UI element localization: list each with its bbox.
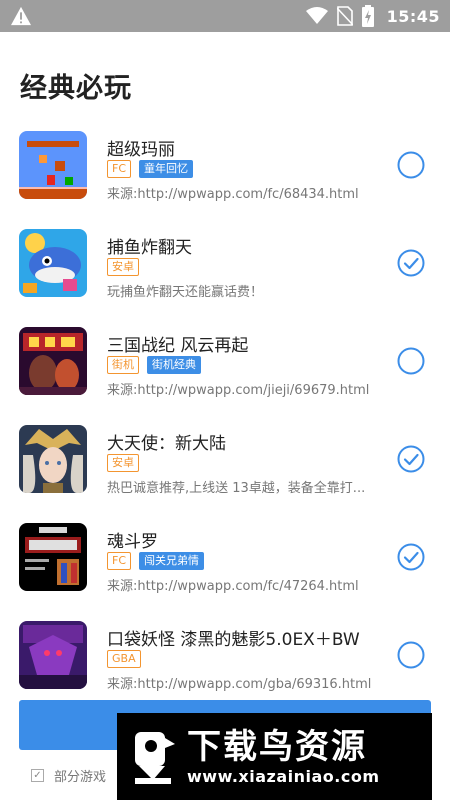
game-description: 来源:http://wpwapp.com/jieji/69679.html	[107, 383, 370, 398]
tag-platform: 安卓	[107, 258, 139, 276]
consent-text: 部分游戏	[54, 770, 107, 785]
game-name: 大天使：新大陆	[107, 434, 226, 454]
consent-checkbox[interactable]: ✓	[31, 769, 44, 782]
game-name: 口袋妖怪 漆黑的魅影5.0EX＋BW	[107, 630, 360, 650]
game-thumbnail	[19, 523, 87, 591]
watermark: 下载鸟资源 www.xiazainiao.com	[117, 713, 432, 800]
select-circle-icon[interactable]	[397, 641, 425, 669]
game-tags: GBA	[107, 650, 141, 668]
game-tags: FC 闯关兄弟情	[107, 552, 205, 570]
list-item[interactable]: 口袋妖怪 漆黑的魅影5.0EX＋BW GBA 来源:http://wpwapp.…	[0, 611, 450, 709]
game-name: 三国战纪 风云再起	[107, 336, 249, 356]
list-item[interactable]: 三国战纪 风云再起 街机 街机经典 来源:http://wpwapp.com/j…	[0, 317, 450, 415]
game-thumbnail	[19, 327, 87, 395]
no-sim-icon	[336, 6, 353, 26]
game-thumbnail	[19, 621, 87, 689]
consent-row[interactable]: ✓ 部分游戏	[31, 766, 106, 785]
bird-logo-icon	[135, 731, 175, 784]
tag-platform: GBA	[107, 650, 141, 668]
tag-category: 闯关兄弟情	[139, 552, 205, 570]
game-name: 魂斗罗	[107, 532, 158, 552]
watermark-url: www.xiazainiao.com	[187, 767, 380, 786]
game-description: 玩捕鱼炸翻天还能赢话费！	[107, 285, 264, 300]
status-bar: 15:45	[0, 0, 450, 32]
list-item[interactable]: 超级玛丽 FC 童年回忆 来源:http://wpwapp.com/fc/684…	[0, 121, 450, 219]
list-item[interactable]: 大天使：新大陆 安卓 热巴诚意推荐,上线送 13卓越，装备全靠打...	[0, 415, 450, 513]
game-thumbnail	[19, 425, 87, 493]
game-name: 超级玛丽	[107, 140, 175, 160]
wifi-icon	[305, 7, 328, 24]
warning-icon	[11, 6, 31, 26]
game-thumbnail	[19, 131, 87, 199]
tag-category: 街机经典	[147, 356, 201, 374]
clock: 15:45	[386, 6, 440, 26]
game-tags: FC 童年回忆	[107, 160, 194, 178]
list-item[interactable]: 魂斗罗 FC 闯关兄弟情 来源:http://wpwapp.com/fc/472…	[0, 513, 450, 611]
game-list: 超级玛丽 FC 童年回忆 来源:http://wpwapp.com/fc/684…	[0, 121, 450, 709]
game-tags: 安卓	[107, 258, 139, 276]
tag-platform: 街机	[107, 356, 139, 374]
list-item[interactable]: 捕鱼炸翻天 安卓 玩捕鱼炸翻天还能赢话费！	[0, 219, 450, 317]
watermark-title: 下载鸟资源	[187, 727, 367, 767]
game-description: 来源:http://wpwapp.com/gba/69316.html	[107, 677, 372, 692]
checked-circle-icon[interactable]	[397, 445, 425, 473]
tag-platform: FC	[107, 552, 132, 570]
game-description: 来源:http://wpwapp.com/fc/68434.html	[107, 187, 359, 202]
game-description: 热巴诚意推荐,上线送 13卓越，装备全靠打...	[107, 481, 366, 496]
checked-circle-icon[interactable]	[397, 249, 425, 277]
page-title: 经典必玩	[20, 73, 132, 104]
battery-charging-icon	[361, 5, 374, 27]
select-circle-icon[interactable]	[397, 347, 425, 375]
tag-category: 童年回忆	[139, 160, 194, 178]
tag-platform: 安卓	[107, 454, 139, 472]
game-description: 来源:http://wpwapp.com/fc/47264.html	[107, 579, 359, 594]
game-thumbnail	[19, 229, 87, 297]
checked-circle-icon[interactable]	[397, 543, 425, 571]
game-tags: 街机 街机经典	[107, 356, 201, 374]
game-tags: 安卓	[107, 454, 139, 472]
select-circle-icon[interactable]	[397, 151, 425, 179]
tag-platform: FC	[107, 160, 132, 178]
game-name: 捕鱼炸翻天	[107, 238, 192, 258]
